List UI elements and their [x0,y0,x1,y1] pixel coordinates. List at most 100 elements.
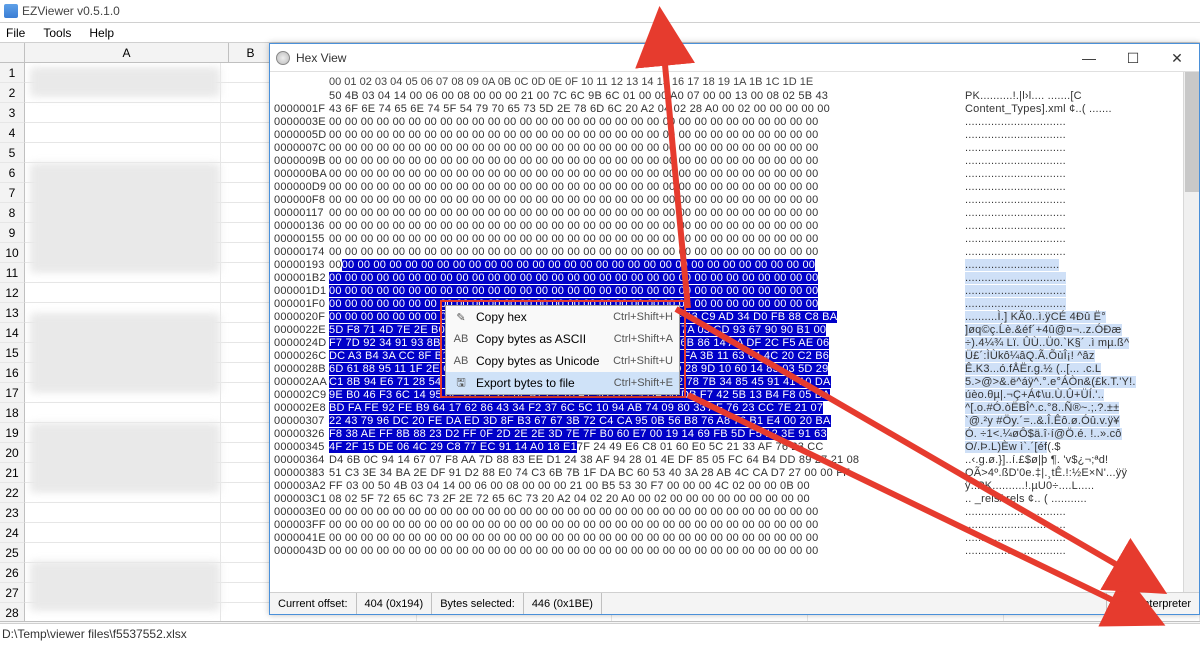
menu-shortcut: Ctrl+Shift+H [613,311,673,323]
hex-row[interactable]: 0000011700 00 00 00 00 00 00 00 00 00 00… [274,207,1189,220]
hex-vertical-scrollbar[interactable] [1183,72,1199,592]
hex-table[interactable]: 50 4B 03 04 14 00 06 00 08 00 00 00 21 0… [274,90,1189,558]
hex-row[interactable]: 0000013600 00 00 00 00 00 00 00 00 00 00… [274,220,1189,233]
hex-row[interactable]: 0000030722 43 79 96 DC 20 FE DA ED 3D 8F… [274,415,1189,428]
menu-icon: ✎ [450,311,472,324]
row-header[interactable]: 5 [0,143,25,163]
row-header[interactable]: 25 [0,543,25,563]
app-title: EZViewer v0.5.1.0 [22,4,120,18]
menu-icon: 🖫 [450,374,472,393]
hex-row[interactable]: 0000007C00 00 00 00 00 00 00 00 00 00 00… [274,142,1189,155]
hexwin-minimize[interactable]: — [1067,44,1111,72]
hex-row[interactable]: 0000009B00 00 00 00 00 00 00 00 00 00 00… [274,155,1189,168]
hex-row[interactable]: 000000BA00 00 00 00 00 00 00 00 00 00 00… [274,168,1189,181]
menu-label: Copy hex [472,310,613,324]
hex-row[interactable]: 00000364D4 6B 0C 94 14 67 07 F8 AA 7D 88… [274,454,1189,467]
context-menu-item[interactable]: ABCopy bytes as ASCIICtrl+Shift+A [446,328,679,350]
row-header[interactable]: 20 [0,443,25,463]
hex-row[interactable]: 000003C108 02 5F 72 65 6C 73 2F 2E 72 65… [274,493,1189,506]
row-header[interactable]: 15 [0,343,25,363]
hex-row[interactable]: 0000017400 00 00 00 00 00 00 00 00 00 00… [274,246,1189,259]
hex-row[interactable]: 0000041E00 00 00 00 00 00 00 00 00 00 00… [274,532,1189,545]
row-header[interactable]: 2 [0,83,25,103]
row-header[interactable]: 9 [0,223,25,243]
cell[interactable] [25,143,221,162]
menu-shortcut: Ctrl+Shift+A [614,333,673,345]
hex-row[interactable]: 50 4B 03 04 14 00 06 00 08 00 00 00 21 0… [274,90,1189,103]
hex-row[interactable]: 000001B200 00 00 00 00 00 00 00 00 00 00… [274,272,1189,285]
col-header-a[interactable]: A [25,43,229,62]
row-header[interactable]: 10 [0,243,25,263]
col-header-b[interactable]: B [229,43,273,62]
cell[interactable] [25,283,221,302]
hex-row[interactable]: 0000015500 00 00 00 00 00 00 00 00 00 00… [274,233,1189,246]
hex-row[interactable]: 0000028B6D 61 88 95 11 1F 2E CC DF 9D 9B… [274,363,1189,376]
menu-file[interactable]: File [2,26,29,40]
hex-row[interactable]: 00000326F8 38 AE FF 8B 88 23 D2 FF 0F 2D… [274,428,1189,441]
hex-row[interactable]: 000000F800 00 00 00 00 00 00 00 00 00 00… [274,194,1189,207]
row-header[interactable]: 22 [0,483,25,503]
row-header[interactable]: 6 [0,163,25,183]
hex-row[interactable]: 0000022E5D F8 71 4D 7E 2E B0 83 04 69 0A… [274,324,1189,337]
sheet-corner[interactable] [0,43,25,62]
data-interpreter-button[interactable]: Data interpreter [1106,593,1199,614]
hexwin-maximize[interactable]: ☐ [1111,44,1155,72]
row-header[interactable]: 11 [0,263,25,283]
hex-row[interactable]: 000001D100 00 00 00 00 00 00 00 00 00 00… [274,285,1189,298]
cell[interactable] [25,123,221,142]
cell[interactable] [25,523,221,542]
context-menu-item[interactable]: ✎Copy hexCtrl+Shift+H [446,306,679,328]
hex-row[interactable]: 0000003E00 00 00 00 00 00 00 00 00 00 00… [274,116,1189,129]
row-header[interactable]: 4 [0,123,25,143]
cell[interactable] [25,503,221,522]
cell[interactable] [25,543,221,562]
hex-row[interactable]: 000001930000 00 00 00 00 00 00 00 00 00 … [274,259,1189,272]
menu-help[interactable]: Help [85,26,118,40]
app-menubar[interactable]: File Tools Help [0,23,1200,43]
hex-row[interactable]: 000003FF00 00 00 00 00 00 00 00 00 00 00… [274,519,1189,532]
row-header[interactable]: 3 [0,103,25,123]
row-header[interactable]: 24 [0,523,25,543]
context-menu-item[interactable]: ABCopy bytes as UnicodeCtrl+Shift+U [446,350,679,372]
row-header[interactable]: 7 [0,183,25,203]
row-header[interactable]: 28 [0,603,25,623]
row-header[interactable]: 26 [0,563,25,583]
hex-row[interactable]: 000001F000 00 00 00 00 00 00 00 00 00 00… [274,298,1189,311]
hex-row[interactable]: 0000024DF7 7D 92 34 91 93 8B 26 F4 10 EC… [274,337,1189,350]
row-header[interactable]: 13 [0,303,25,323]
hex-row[interactable]: 000003A2FF 03 00 50 4B 03 04 14 00 06 00… [274,480,1189,493]
hex-context-menu[interactable]: ✎Copy hexCtrl+Shift+HABCopy bytes as ASC… [445,305,680,395]
row-header[interactable]: 23 [0,503,25,523]
hex-row[interactable]: 0000038351 C3 3E 34 BA 2E DF 91 D2 88 E0… [274,467,1189,480]
hex-row[interactable]: 000000D900 00 00 00 00 00 00 00 00 00 00… [274,181,1189,194]
menu-tools[interactable]: Tools [39,26,75,40]
menu-icon: AB [450,333,472,345]
row-header[interactable]: 8 [0,203,25,223]
row-header[interactable]: 14 [0,323,25,343]
row-header[interactable]: 27 [0,583,25,603]
hex-row[interactable]: 0000005D00 00 00 00 00 00 00 00 00 00 00… [274,129,1189,142]
row-header[interactable]: 21 [0,463,25,483]
hex-row[interactable]: 0000001F43 6F 6E 74 65 6E 74 5F 54 79 70… [274,103,1189,116]
cell[interactable] [25,403,221,422]
hexwin-close[interactable]: ✕ [1155,44,1199,72]
hex-view-titlebar[interactable]: Hex View — ☐ ✕ [270,44,1199,72]
row-header[interactable]: 1 [0,63,25,83]
row-header[interactable]: 17 [0,383,25,403]
hex-row[interactable]: 0000043D00 00 00 00 00 00 00 00 00 00 00… [274,545,1189,558]
row-header[interactable]: 12 [0,283,25,303]
hex-row[interactable]: 0000020F00 00 00 00 00 00 00 00 00 00 00… [274,311,1189,324]
row-header[interactable]: 18 [0,403,25,423]
context-menu-item[interactable]: 🖫Export bytes to fileCtrl+Shift+E [446,372,679,394]
hex-view-window[interactable]: Hex View — ☐ ✕ XXXXXXXX 00 01 02 03 04 0… [269,43,1200,615]
hex-row[interactable]: 000002AAC1 8B 94 E6 71 28 54 7B 8B 1D BC… [274,376,1189,389]
cell[interactable] [25,103,221,122]
hex-row[interactable]: 0000026CDC A3 B4 3A CC 8F B1 7D E6 88 86… [274,350,1189,363]
row-header[interactable]: 16 [0,363,25,383]
hex-row[interactable]: 000002C99E B0 46 F3 6C 14 95 8E 2D 51 2C… [274,389,1189,402]
hex-view-title: Hex View [296,51,346,65]
row-header[interactable]: 19 [0,423,25,443]
hex-row[interactable]: 000003454F 2F 15 DE 06 4C 29 C8 77 EC 91… [274,441,1189,454]
hex-row[interactable]: 000003E000 00 00 00 00 00 00 00 00 00 00… [274,506,1189,519]
hex-row[interactable]: 000002E8BD FA FE 92 FE B9 64 17 62 86 43… [274,402,1189,415]
